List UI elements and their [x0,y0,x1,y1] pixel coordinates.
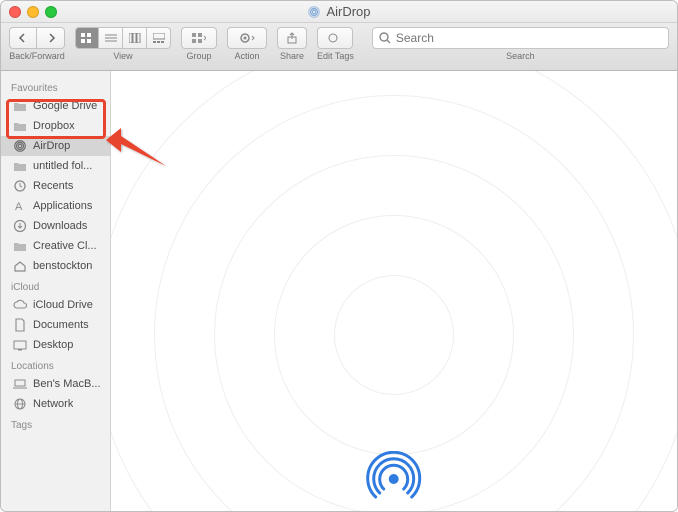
search-input[interactable] [396,31,662,45]
nav-group: Back/Forward [9,27,65,61]
search-icon [379,32,391,44]
desktop-icon [13,338,27,352]
airdrop-center: AirDrop lets you share instantly with pe… [258,451,531,511]
sidebar-item-label: AirDrop [33,140,70,152]
search-field[interactable] [372,27,669,49]
apps-icon: A [13,199,27,213]
edittags-group: Edit Tags [317,27,354,61]
share-group: Share [277,27,307,61]
globe-icon [13,397,27,411]
finder-window: AirDrop Back/Forward View Group [0,0,678,512]
sidebar-item-label: benstockton [33,260,92,272]
clock-icon [13,179,27,193]
action-group: Action [227,27,267,61]
sidebar-item-label: Ben's MacB... [33,378,101,390]
sidebar-item-documents[interactable]: Documents [1,315,110,335]
tag-icon [328,33,342,43]
action-button[interactable] [227,27,267,49]
toolbar: Back/Forward View Group Action Share [1,23,677,71]
home-icon [13,259,27,273]
window-title: AirDrop [1,4,677,19]
minimize-button[interactable] [27,6,39,18]
action-label: Action [234,51,259,61]
sidebar-item-label: Applications [33,200,92,212]
edittags-label: Edit Tags [317,51,354,61]
sidebar-item-label: Recents [33,180,73,192]
view-icon-button[interactable] [75,27,99,49]
airdrop-logo-icon [366,451,422,507]
share-label: Share [280,51,304,61]
share-button[interactable] [277,27,307,49]
sidebar-item-airdrop[interactable]: AirDrop [1,136,110,156]
sidebar-item-dropbox[interactable]: Dropbox [1,116,110,136]
cloud-icon [13,298,27,312]
forward-button[interactable] [37,27,65,49]
view-group: View [75,27,171,61]
content-area: Favourites Google Drive Dropbox AirDrop … [1,71,677,511]
doc-icon [13,318,27,332]
view-gallery-button[interactable] [147,27,171,49]
gear-icon [239,32,255,44]
sidebar-item-google-drive[interactable]: Google Drive [1,96,110,116]
share-icon [286,32,298,44]
titlebar[interactable]: AirDrop [1,1,677,23]
sidebar-item-downloads[interactable]: Downloads [1,216,110,236]
sidebar-item-applications[interactable]: A Applications [1,196,110,216]
svg-text:A: A [15,201,23,213]
sidebar: Favourites Google Drive Dropbox AirDrop … [1,71,111,511]
sidebar-item-label: Downloads [33,220,87,232]
sidebar-item-recents[interactable]: Recents [1,176,110,196]
sidebar-item-network[interactable]: Network [1,394,110,414]
view-label: View [113,51,132,61]
group-button[interactable] [181,27,217,49]
sidebar-item-desktop[interactable]: Desktop [1,335,110,355]
sidebar-item-label: untitled fol... [33,160,92,172]
sidebar-item-label: Dropbox [33,120,75,132]
sidebar-item-untitled[interactable]: untitled fol... [1,156,110,176]
section-icloud: iCloud [1,276,110,295]
sidebar-item-creative[interactable]: Creative Cl... [1,236,110,256]
back-button[interactable] [9,27,37,49]
sidebar-item-label: Desktop [33,339,73,351]
sidebar-item-label: Documents [33,319,89,331]
section-favourites: Favourites [1,77,110,96]
group-group: Group [181,27,217,61]
section-tags: Tags [1,414,110,433]
main-panel: AirDrop lets you share instantly with pe… [111,71,677,511]
sidebar-item-label: Creative Cl... [33,240,97,252]
close-button[interactable] [9,6,21,18]
sidebar-item-macbook[interactable]: Ben's MacB... [1,374,110,394]
airdrop-icon [307,5,321,19]
sidebar-item-label: Google Drive [33,100,97,112]
folder-icon [13,239,27,253]
sidebar-item-icloud-drive[interactable]: iCloud Drive [1,295,110,315]
sidebar-item-label: Network [33,398,73,410]
zoom-button[interactable] [45,6,57,18]
laptop-icon [13,377,27,391]
window-controls [9,6,57,18]
view-list-button[interactable] [99,27,123,49]
sidebar-item-label: iCloud Drive [33,299,93,311]
folder-icon [13,159,27,173]
search-label: Search [372,51,669,61]
airdrop-icon [13,139,27,153]
section-locations: Locations [1,355,110,374]
downloads-icon [13,219,27,233]
nav-label: Back/Forward [9,51,65,61]
edit-tags-button[interactable] [317,27,353,49]
view-column-button[interactable] [123,27,147,49]
folder-icon [13,119,27,133]
folder-icon [13,99,27,113]
sidebar-item-home[interactable]: benstockton [1,256,110,276]
group-label: Group [186,51,211,61]
